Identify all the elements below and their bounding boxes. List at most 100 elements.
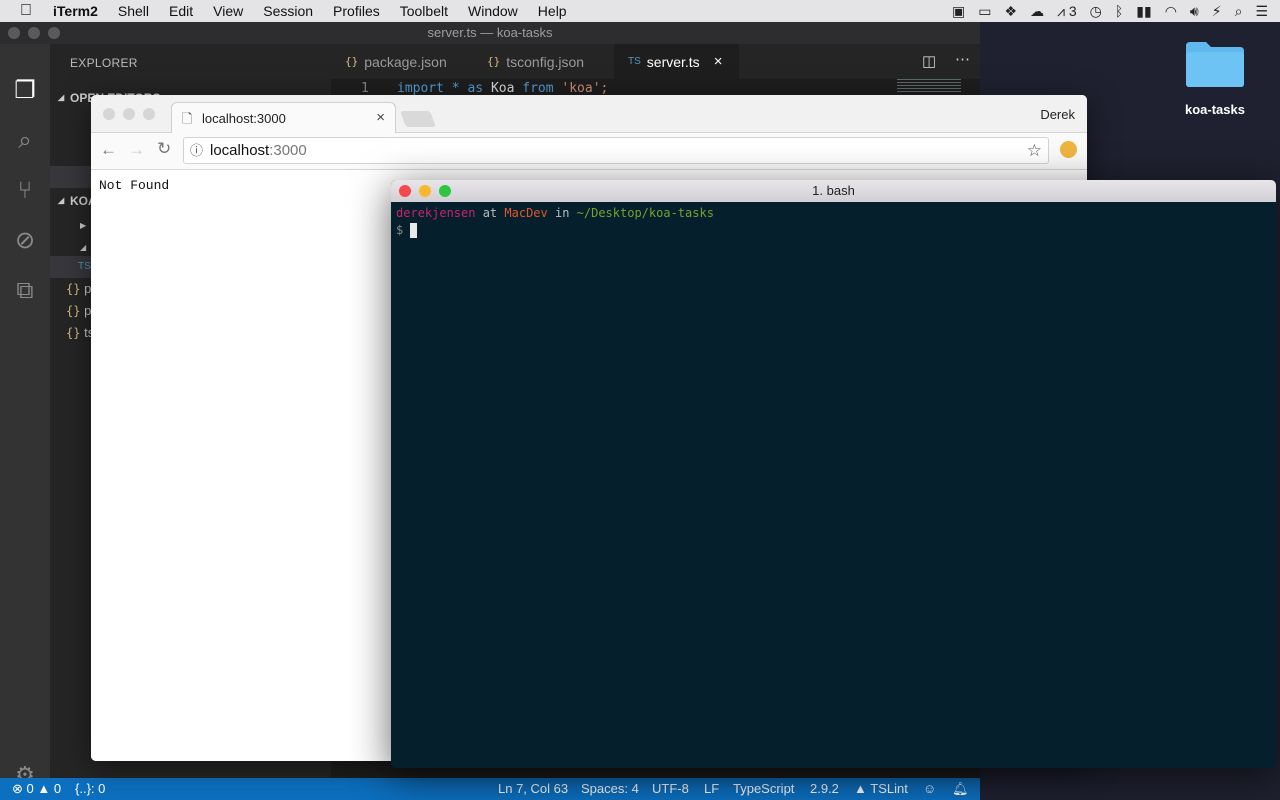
collapse-icon: ◢	[58, 93, 65, 102]
tree-file-tsconfig[interactable]: {} ts	[66, 325, 94, 340]
close-tab-icon[interactable]: ×	[376, 109, 385, 126]
source-control-icon[interactable]: ⑂	[10, 176, 40, 206]
page-icon: 🗋︎	[182, 111, 193, 126]
debug-icon[interactable]: ⊘	[10, 226, 40, 256]
iterm-title: 1. bash	[812, 183, 855, 198]
adobe-icon[interactable]: ⩘ 3	[1057, 0, 1077, 22]
notifications-bell-icon[interactable]: 🔔︎	[952, 781, 969, 797]
ts-file-icon: TS	[78, 261, 91, 272]
chrome-tab-strip: 🗋︎ localhost:3000 × Derek	[91, 95, 1087, 134]
profile-name[interactable]: Derek	[1040, 107, 1075, 122]
wifi-icon[interactable]: ◠	[1165, 0, 1177, 22]
menu-toolbelt[interactable]: Toolbelt	[400, 3, 448, 19]
close-window-button[interactable]	[103, 108, 115, 120]
battery-meter-icon[interactable]: ▮▮	[1136, 0, 1151, 22]
menu-session[interactable]: Session	[263, 3, 313, 19]
notification-list-icon[interactable]: ☰	[1255, 0, 1268, 22]
menu-edit[interactable]: Edit	[169, 3, 193, 19]
apple-menu-icon[interactable]: 	[20, 2, 38, 20]
minimize-window-button[interactable]	[28, 27, 40, 39]
tab-server-ts[interactable]: TS server.ts ×	[614, 44, 739, 79]
activity-bar: ❐ ⌕ ⑂ ⊘ ⧉ ⚙	[0, 44, 50, 788]
menu-view[interactable]: View	[213, 3, 243, 19]
vscode-window-title: server.ts — koa-tasks	[427, 25, 553, 40]
chrome-toolbar: ← → ↻ ⓘ localhost:3000 ☆	[91, 133, 1087, 170]
minimap[interactable]	[897, 79, 961, 93]
json-file-icon: {}	[487, 55, 501, 68]
desktop-folder-label[interactable]: koa-tasks	[1170, 102, 1260, 117]
bookmark-star-icon[interactable]: ☆	[1027, 138, 1042, 163]
terminal-output[interactable]: derekjensen at MacDev in ~/Desktop/koa-t…	[391, 202, 1276, 768]
explorer-files-icon[interactable]: ❐	[10, 76, 40, 106]
search-icon[interactable]: ⌕	[10, 126, 40, 156]
extension-icon[interactable]	[1060, 141, 1077, 158]
tab-tsconfig-json[interactable]: {} tsconfig.json	[473, 44, 598, 79]
forward-arrow-icon[interactable]: →	[128, 140, 145, 160]
back-arrow-icon[interactable]: ←	[100, 140, 117, 160]
menu-window[interactable]: Window	[468, 3, 518, 19]
feedback-smiley-icon[interactable]: ☺	[923, 781, 936, 796]
time-machine-icon[interactable]: ◷	[1090, 0, 1102, 22]
dropbox-icon[interactable]: ❖	[1005, 0, 1018, 22]
tab-package-json[interactable]: {} package.json	[331, 44, 461, 79]
more-actions-icon[interactable]: ⋯	[955, 50, 970, 68]
battery-charging-icon[interactable]: ⚡︎	[1212, 0, 1222, 22]
bluetooth-icon[interactable]: ᛒ	[1115, 0, 1123, 22]
cloud-icon[interactable]: ☁	[1030, 0, 1044, 22]
terminal-cursor	[410, 223, 418, 238]
close-window-button[interactable]	[399, 185, 411, 197]
iterm-window: 1. bash derekjensen at MacDev in ~/Deskt…	[391, 180, 1276, 768]
tree-file-package-lock[interactable]: {} p	[66, 303, 91, 318]
warning-icon: ▲	[854, 781, 867, 796]
menu-shell[interactable]: Shell	[118, 3, 149, 19]
address-bar[interactable]: ⓘ localhost:3000 ☆	[183, 137, 1049, 164]
prompt-line: derekjensen at MacDev in ~/Desktop/koa-t…	[396, 206, 714, 220]
tslint-status[interactable]: ▲ TSLint	[854, 781, 908, 796]
airplay-display-icon[interactable]: ▭	[978, 0, 991, 22]
editor-tab-bar: {} package.json {} tsconfig.json TS server.…	[331, 44, 980, 79]
close-tab-icon[interactable]: ×	[714, 53, 723, 70]
site-info-icon[interactable]: ⓘ	[190, 138, 203, 163]
adobe-count: 3	[1068, 3, 1077, 19]
minimize-window-button[interactable]	[123, 108, 135, 120]
problems-indicator[interactable]: ⊗ 0 ▲ 0	[12, 781, 61, 797]
minimize-window-button[interactable]	[419, 185, 431, 197]
zoom-window-button[interactable]	[48, 27, 60, 39]
browser-tab[interactable]: 🗋︎ localhost:3000 ×	[171, 102, 396, 134]
menu-help[interactable]: Help	[538, 3, 567, 19]
extensions-icon[interactable]: ⧉	[10, 276, 40, 306]
ts-version[interactable]: 2.9.2	[810, 781, 839, 796]
zoom-window-button[interactable]	[439, 185, 451, 197]
url-port: :3000	[269, 142, 307, 159]
language-mode[interactable]: TypeScript	[733, 781, 794, 796]
explorer-title: EXPLORER	[70, 56, 138, 70]
close-window-button[interactable]	[8, 27, 20, 39]
line-number: 1	[361, 81, 369, 96]
spotlight-search-icon[interactable]: ⌕	[1235, 0, 1243, 22]
encoding[interactable]: UTF-8	[652, 781, 689, 796]
tree-file-package-json[interactable]: {} p	[66, 281, 91, 296]
indentation[interactable]: Spaces: 4	[581, 781, 639, 796]
reload-icon[interactable]: ↻	[157, 139, 171, 159]
ts-file-icon: TS	[628, 56, 641, 67]
code-line: import * as Koa from 'koa';	[397, 81, 609, 96]
status-bar: ⊗ 0 ▲ 0 {..}: 0 Ln 7, Col 63 Spaces: 4 U…	[0, 778, 980, 800]
collapse-icon: ◢	[58, 196, 65, 205]
line-ending[interactable]: LF	[704, 781, 719, 796]
input-line[interactable]: $	[396, 222, 1271, 239]
json-file-icon: {}	[345, 55, 359, 68]
facetime-camera-icon[interactable]: ▣	[952, 0, 965, 22]
tab-title: localhost:3000	[202, 111, 286, 126]
iterm-titlebar: 1. bash	[391, 180, 1276, 202]
url-host: localhost	[210, 142, 270, 159]
cursor-position[interactable]: Ln 7, Col 63	[498, 781, 568, 796]
folder-icon[interactable]	[1184, 40, 1246, 88]
json-braces-indicator[interactable]: {..}: 0	[75, 781, 105, 796]
volume-icon[interactable]: 🔊︎	[1190, 0, 1199, 22]
menu-app-name[interactable]: iTerm2	[53, 3, 98, 19]
new-tab-button[interactable]	[400, 111, 436, 127]
vscode-titlebar: server.ts — koa-tasks	[0, 22, 980, 44]
menu-profiles[interactable]: Profiles	[333, 3, 380, 19]
zoom-window-button[interactable]	[143, 108, 155, 120]
split-editor-icon[interactable]: ◫	[922, 52, 936, 70]
